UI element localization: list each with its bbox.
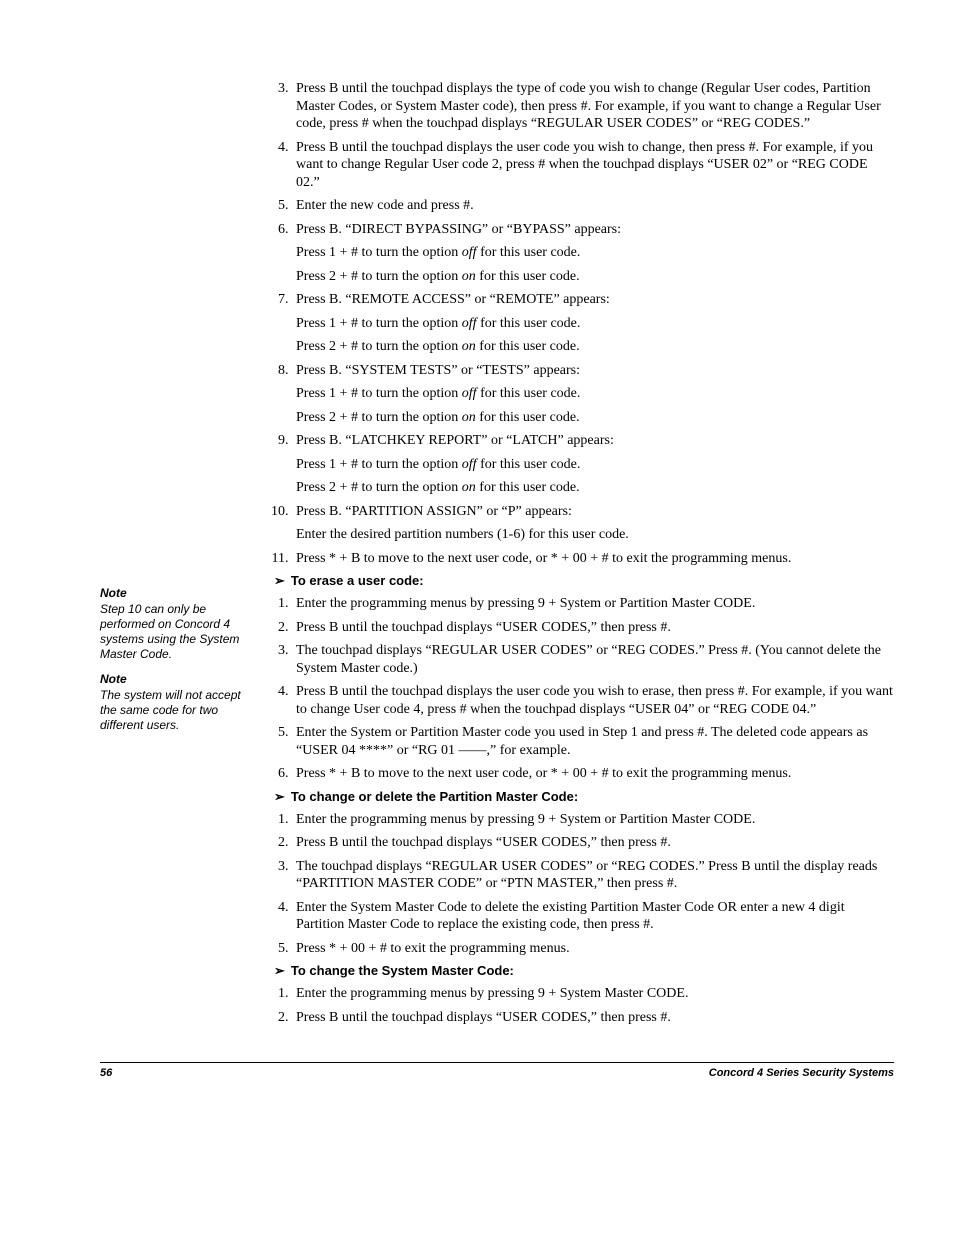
sec3-step-4: Enter the System Master Code to delete t…	[292, 899, 894, 934]
procedure-list-1e: Press B. “PARTITION ASSIGN” or “P” appea…	[270, 503, 894, 521]
note-body-1: Step 10 can only be performed on Concord…	[100, 602, 260, 662]
procedure-list-4: Enter the programming menus by pressing …	[270, 985, 894, 1026]
sec2-step-5: Enter the System or Partition Master cod…	[292, 724, 894, 759]
step-10-sub: Enter the desired partition numbers (1-6…	[296, 526, 894, 544]
step-10: Press B. “PARTITION ASSIGN” or “P” appea…	[292, 503, 894, 521]
heading-erase-user-code: ➢To erase a user code:	[274, 573, 894, 589]
sec4-step-2: Press B until the touchpad displays “USE…	[292, 1009, 894, 1027]
heading-system-master: ➢To change the System Master Code:	[274, 963, 894, 979]
sec2-step-2: Press B until the touchpad displays “USE…	[292, 619, 894, 637]
procedure-list-3: Enter the programming menus by pressing …	[270, 811, 894, 958]
procedure-list-2: Enter the programming menus by pressing …	[270, 595, 894, 783]
step-7-off: Press 1 + # to turn the option off for t…	[296, 315, 894, 333]
step-4: Press B until the touchpad displays the …	[292, 139, 894, 192]
procedure-list-1c: Press B. “SYSTEM TESTS” or “TESTS” appea…	[270, 362, 894, 380]
step-6-off: Press 1 + # to turn the option off for t…	[296, 244, 894, 262]
sidebar-notes: Note Step 10 can only be performed on Co…	[100, 80, 270, 743]
step-9-off: Press 1 + # to turn the option off for t…	[296, 456, 894, 474]
step-11: Press * + B to move to the next user cod…	[292, 550, 894, 568]
heading-partition-master: ➢To change or delete the Partition Maste…	[274, 789, 894, 805]
sidebar-spacer	[100, 80, 260, 586]
step-6-on: Press 2 + # to turn the option on for th…	[296, 268, 894, 286]
sec2-step-3: The touchpad displays “REGULAR USER CODE…	[292, 642, 894, 677]
page-footer: 56 Concord 4 Series Security Systems	[100, 1062, 894, 1079]
sec4-step-1: Enter the programming menus by pressing …	[292, 985, 894, 1003]
arrow-icon: ➢	[274, 789, 285, 804]
step-7-on: Press 2 + # to turn the option on for th…	[296, 338, 894, 356]
procedure-list-1d: Press B. “LATCHKEY REPORT” or “LATCH” ap…	[270, 432, 894, 450]
sec3-step-5: Press * + 00 + # to exit the programming…	[292, 940, 894, 958]
sec3-step-1: Enter the programming menus by pressing …	[292, 811, 894, 829]
arrow-icon: ➢	[274, 573, 285, 588]
note-heading-1: Note	[100, 586, 260, 601]
sec3-step-3: The touchpad displays “REGULAR USER CODE…	[292, 858, 894, 893]
step-8-off: Press 1 + # to turn the option off for t…	[296, 385, 894, 403]
note-body-2: The system will not accept the same code…	[100, 688, 260, 733]
arrow-icon: ➢	[274, 963, 285, 978]
sec3-step-2: Press B until the touchpad displays “USE…	[292, 834, 894, 852]
main-column: Press B until the touchpad displays the …	[270, 80, 894, 1032]
procedure-list-1f: Press * + B to move to the next user cod…	[270, 550, 894, 568]
page: Note Step 10 can only be performed on Co…	[0, 0, 954, 1119]
sec2-step-4: Press B until the touchpad displays the …	[292, 683, 894, 718]
procedure-list-1b: Press B. “REMOTE ACCESS” or “REMOTE” app…	[270, 291, 894, 309]
step-9: Press B. “LATCHKEY REPORT” or “LATCH” ap…	[292, 432, 894, 450]
note-heading-2: Note	[100, 672, 260, 687]
step-6: Press B. “DIRECT BYPASSING” or “BYPASS” …	[292, 221, 894, 239]
step-7: Press B. “REMOTE ACCESS” or “REMOTE” app…	[292, 291, 894, 309]
step-3: Press B until the touchpad displays the …	[292, 80, 894, 133]
sec2-step-6: Press * + B to move to the next user cod…	[292, 765, 894, 783]
footer-title: Concord 4 Series Security Systems	[709, 1067, 894, 1079]
step-9-on: Press 2 + # to turn the option on for th…	[296, 479, 894, 497]
step-5: Enter the new code and press #.	[292, 197, 894, 215]
content-row: Note Step 10 can only be performed on Co…	[100, 80, 894, 1032]
step-8: Press B. “SYSTEM TESTS” or “TESTS” appea…	[292, 362, 894, 380]
sec2-step-1: Enter the programming menus by pressing …	[292, 595, 894, 613]
procedure-list-1: Press B until the touchpad displays the …	[270, 80, 894, 238]
page-number: 56	[100, 1067, 112, 1079]
step-8-on: Press 2 + # to turn the option on for th…	[296, 409, 894, 427]
